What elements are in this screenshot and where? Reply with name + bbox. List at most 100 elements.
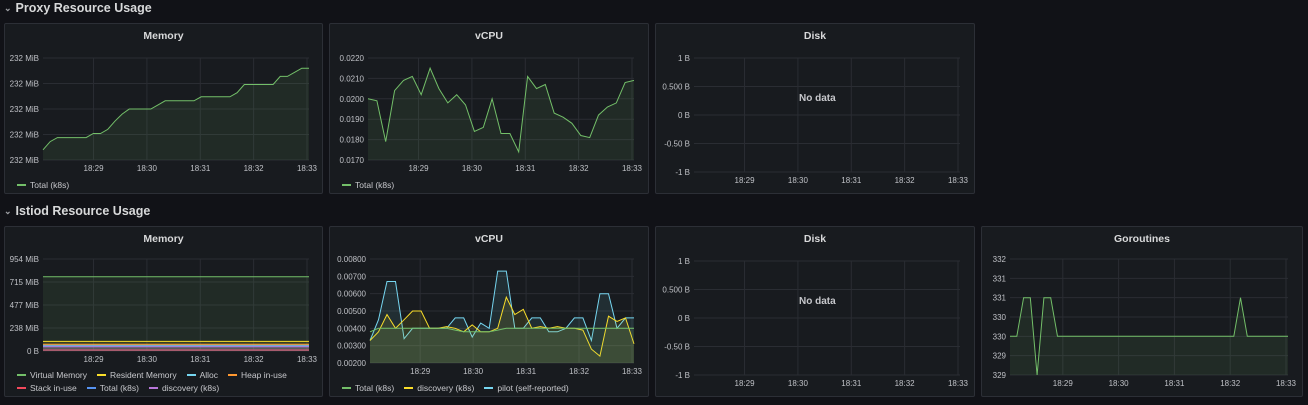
x-tick-label: 18:31 — [841, 379, 862, 388]
legend-item[interactable]: Total (k8s) — [342, 180, 394, 190]
y-tick-label: 232 MiB — [10, 80, 39, 89]
y-tick-label: 0 B — [27, 347, 39, 356]
y-tick-label: 329 — [993, 371, 1007, 380]
panel-istiod-goroutines[interactable]: Goroutines 332 331 331 330 330 329 329 18:29 18:… — [981, 226, 1303, 397]
legend-swatch — [404, 387, 414, 389]
chart-legend: Total (k8s) discovery (k8s) pilot (self-re… — [342, 383, 642, 393]
y-tick-label: -1 B — [675, 371, 690, 380]
x-tick-label: 18:31 — [190, 355, 211, 364]
y-tick-label: 0.500 B — [662, 286, 690, 295]
series-area — [43, 276, 309, 351]
series-area — [43, 346, 309, 351]
x-tick-label: 18:30 — [788, 379, 809, 388]
x-tick-label: 18:29 — [410, 367, 431, 376]
x-tick-label: 18:29 — [84, 355, 105, 364]
legend-swatch — [186, 374, 196, 376]
y-tick-label: 0.00200 — [337, 359, 366, 368]
y-tick-label: 330 — [993, 332, 1007, 341]
legend-item[interactable]: Total (k8s) — [342, 383, 394, 393]
x-tick-label: 18:33 — [1276, 379, 1297, 388]
y-tick-label: 238 MiB — [10, 324, 39, 333]
x-tick-label: 18:33 — [622, 164, 643, 173]
y-tick-label: 331 — [993, 294, 1007, 303]
x-tick-label: 18:30 — [137, 355, 158, 364]
legend-item[interactable]: pilot (self-reported) — [484, 383, 569, 393]
x-tick-label: 18:31 — [841, 176, 862, 185]
chevron-down-icon: ⌄ — [4, 2, 12, 13]
y-tick-label: 0.0210 — [340, 74, 365, 83]
legend-label: Alloc — [199, 370, 219, 380]
legend-item[interactable]: Total (k8s) — [17, 180, 69, 190]
panel-istiod-vcpu[interactable]: vCPU 0.00800 0.00700 0.00600 0.00500 0.00400… — [329, 226, 649, 397]
chart-svg: 0.00800 0.00700 0.00600 0.00500 0.00400 0.003… — [337, 255, 642, 376]
panel-proxy-disk[interactable]: Disk No data 1 B 0.500 B0 B -0.50 B -1 B 18:… — [655, 23, 975, 194]
x-tick-label: 18:31 — [515, 164, 536, 173]
x-tick-label: 18:30 — [788, 176, 809, 185]
panel-proxy-memory[interactable]: Memory 232 MiB 232 MiB 232 MiB 232 MiB 232 M… — [4, 23, 323, 194]
y-tick-label: 715 MiB — [10, 278, 39, 287]
x-tick-label: 18:29 — [735, 176, 756, 185]
y-tick-label: 477 MiB — [10, 301, 39, 310]
x-tick-label: 18:33 — [948, 379, 969, 388]
y-tick-label: 0.0180 — [340, 136, 365, 145]
legend-item[interactable]: discovery (k8s) — [149, 383, 219, 393]
x-tick-label: 18:30 — [137, 164, 158, 173]
y-tick-label: 0.00500 — [337, 307, 366, 316]
x-tick-label: 18:33 — [297, 355, 318, 364]
y-tick-label: -0.50 B — [664, 343, 690, 352]
x-tick-label: 18:29 — [84, 164, 105, 173]
row-title: Proxy Resource Usage — [15, 1, 152, 15]
x-tick-label: 18:30 — [463, 367, 484, 376]
x-tick-label: 18:31 — [190, 164, 211, 173]
y-tick-label: 0.00800 — [337, 255, 366, 264]
y-tick-label: 0 B — [678, 314, 690, 323]
legend-item[interactable]: Total (k8s) — [86, 383, 139, 393]
panel-istiod-disk[interactable]: Disk No data 1 B 0.500 B0 B -0.50 B -1 B 18:… — [655, 226, 975, 397]
x-tick-label: 18:29 — [1053, 379, 1074, 388]
legend-item[interactable]: discovery (k8s) — [404, 383, 474, 393]
legend-swatch — [228, 374, 238, 376]
legend-item[interactable]: Resident Memory — [97, 370, 177, 380]
legend-item[interactable]: Virtual Memory — [17, 370, 87, 380]
x-tick-label: 18:33 — [948, 176, 969, 185]
panel-istiod-memory[interactable]: Memory 954 MiB 715 MiB 477 MiB 238 MiB 0 B 18… — [4, 226, 323, 397]
y-tick-label: 232 MiB — [10, 54, 39, 63]
x-tick-label: 18:29 — [735, 379, 756, 388]
y-tick-label: 0.00600 — [337, 290, 366, 299]
legend-swatch — [17, 374, 26, 376]
row-proxy-resource-usage[interactable]: ⌄ Proxy Resource Usage — [4, 1, 152, 15]
y-tick-label: 330 — [993, 313, 1007, 322]
y-tick-label: 1 B — [678, 54, 690, 63]
y-tick-label: 954 MiB — [10, 255, 39, 264]
x-tick-label: 18:30 — [1109, 379, 1130, 388]
x-tick-label: 18:32 — [244, 164, 265, 173]
chart-svg: 1 B 0.500 B 0 B -0.50 B -1 B 18:29 18:30 18:31 1… — [662, 257, 969, 388]
chart-svg: 232 MiB 232 MiB 232 MiB 232 MiB 232 MiB 18:29… — [10, 54, 318, 173]
chart-svg: 1 B 0.500 B 0 B -0.50 B -1 B 18:29 18:30 18:31 1… — [662, 54, 969, 185]
series-area — [370, 328, 634, 363]
legend-label: Stack in-use — [30, 383, 77, 393]
legend-item[interactable]: Stack in-use — [17, 383, 77, 393]
y-tick-label: 0.0170 — [340, 156, 365, 165]
legend-label: discovery (k8s) — [162, 383, 220, 393]
x-tick-label: 18:32 — [244, 355, 265, 364]
x-tick-label: 18:32 — [895, 176, 916, 185]
legend-label: Total (k8s) — [99, 383, 139, 393]
x-tick-label: 18:33 — [297, 164, 318, 173]
y-tick-label: 0.500 B — [662, 83, 690, 92]
y-tick-label: 232 MiB — [10, 105, 39, 114]
legend-swatch — [17, 387, 26, 389]
legend-item[interactable]: Heap in-use — [228, 370, 287, 380]
y-tick-label: 331 — [993, 274, 1007, 283]
legend-label: Resident Memory — [110, 370, 177, 380]
legend-item[interactable]: Alloc — [186, 370, 219, 380]
panel-proxy-vcpu[interactable]: vCPU 0.0220 0.0210 0.0200 0.0190 0.0180 0.017… — [329, 23, 649, 194]
y-tick-label: -0.50 B — [664, 140, 690, 149]
x-tick-label: 18:32 — [569, 164, 590, 173]
legend-swatch — [149, 387, 158, 389]
row-istiod-resource-usage[interactable]: ⌄ Istiod Resource Usage — [4, 204, 150, 218]
legend-label: pilot (self-reported) — [497, 383, 569, 393]
chart-legend: Virtual Memory Resident Memory Alloc Heap i… — [17, 370, 317, 393]
chart-legend: Total (k8s) — [17, 180, 317, 190]
legend-label: discovery (k8s) — [417, 383, 475, 393]
